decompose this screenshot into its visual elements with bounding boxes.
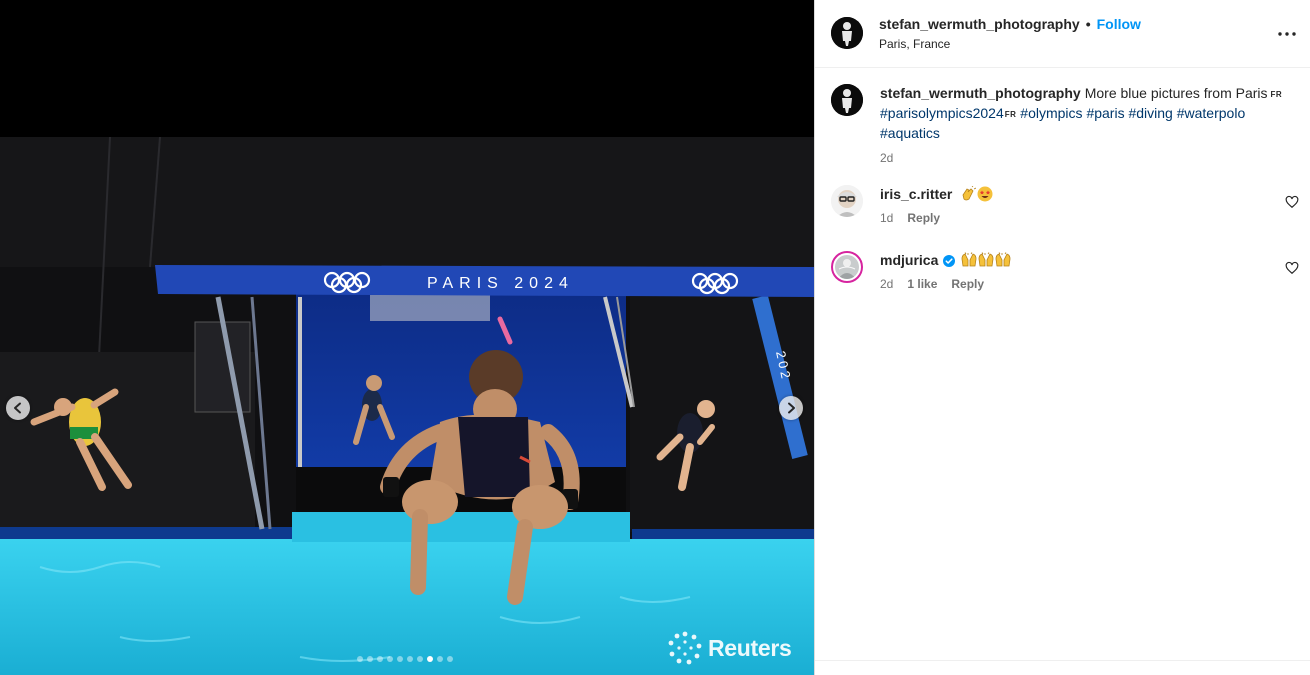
carousel-dot xyxy=(407,656,413,662)
heart-icon[interactable] xyxy=(1285,195,1299,209)
flag-fr-1: FR xyxy=(1270,90,1283,99)
heart-icon[interactable] xyxy=(1285,261,1299,275)
hashtag-link[interactable]: #paris xyxy=(1086,105,1124,121)
hashtag-link[interactable]: #parisolympics2024 xyxy=(880,105,1004,121)
chevron-left-icon xyxy=(14,402,21,414)
carousel-dot xyxy=(417,656,423,662)
carousel-dot xyxy=(367,656,373,662)
raising-hands-emoji-icon xyxy=(978,252,994,267)
carousel-next-button[interactable] xyxy=(779,396,803,420)
header-separator: • xyxy=(1085,16,1091,32)
carousel-dots xyxy=(357,656,453,662)
hashtag-link[interactable]: #diving xyxy=(1128,105,1172,121)
hashtag-link[interactable]: #waterpolo xyxy=(1177,105,1246,121)
caption-avatar[interactable] xyxy=(831,84,863,116)
carousel-dot xyxy=(437,656,443,662)
carousel-prev-button[interactable] xyxy=(6,396,30,420)
clapping-hands-emoji-icon xyxy=(962,186,977,201)
comment-likes[interactable]: 1 like xyxy=(907,275,937,293)
comment-username[interactable]: mdjurica xyxy=(880,252,938,268)
reply-button[interactable]: Reply xyxy=(951,275,984,293)
caption-text: More blue pictures from Paris xyxy=(1084,85,1268,101)
commenter-avatar[interactable] xyxy=(831,251,863,283)
caption-age[interactable]: 2d xyxy=(880,149,1301,167)
more-options-button[interactable] xyxy=(1275,22,1299,46)
raising-hands-emoji-icon xyxy=(961,252,977,267)
post-location[interactable]: Paris, France xyxy=(879,37,950,51)
hashtag-link[interactable]: #olympics xyxy=(1020,105,1082,121)
chevron-right-icon xyxy=(788,402,795,414)
caption-username[interactable]: stefan_wermuth_photography xyxy=(880,85,1081,101)
post-media[interactable]: PARIS 2024 202 Reuters xyxy=(0,0,814,675)
comment-username[interactable]: iris_c.ritter xyxy=(880,186,952,202)
author-username[interactable]: stefan_wermuth_photography xyxy=(879,16,1080,32)
author-avatar[interactable] xyxy=(831,17,863,49)
carousel-dot xyxy=(357,656,363,662)
reply-button[interactable]: Reply xyxy=(907,209,940,227)
post-caption: stefan_wermuth_photography More blue pict… xyxy=(831,84,1301,167)
reuters-logo-icon xyxy=(668,631,702,665)
board-banner-text: PARIS 2024 xyxy=(427,275,574,292)
flag-fr-2: FR xyxy=(1004,110,1017,119)
post-header: stefan_wermuth_photography • Follow Paris,… xyxy=(815,0,1310,68)
star-struck-emoji-icon xyxy=(977,186,993,202)
comment-item: mdjurica 2d 1 like Reply xyxy=(831,251,1301,293)
hashtag-link[interactable]: #aquatics xyxy=(880,125,940,141)
verified-badge-icon xyxy=(943,255,956,267)
carousel-dot xyxy=(387,656,393,662)
carousel-dot xyxy=(397,656,403,662)
action-bar-divider xyxy=(815,660,1310,661)
comment-age[interactable]: 2d xyxy=(880,275,893,293)
post-photo: PARIS 2024 202 xyxy=(0,137,814,675)
comment-item: iris_c.ritter 1d Reply xyxy=(831,185,1301,227)
reuters-watermark: Reuters xyxy=(667,630,792,666)
more-horizontal-icon xyxy=(1278,32,1296,36)
post-dialog: PARIS 2024 202 Reuters stefan_wermuth_ph… xyxy=(0,0,1310,675)
follow-button[interactable]: Follow xyxy=(1097,16,1141,32)
carousel-dot xyxy=(377,656,383,662)
carousel-dot xyxy=(447,656,453,662)
raising-hands-emoji-icon xyxy=(995,252,1011,267)
watermark-text: Reuters xyxy=(708,634,792,661)
commenter-avatar[interactable] xyxy=(831,185,863,217)
carousel-dot-active xyxy=(427,656,433,662)
comment-age[interactable]: 1d xyxy=(880,209,893,227)
post-side-panel: stefan_wermuth_photography • Follow Paris,… xyxy=(814,0,1310,675)
